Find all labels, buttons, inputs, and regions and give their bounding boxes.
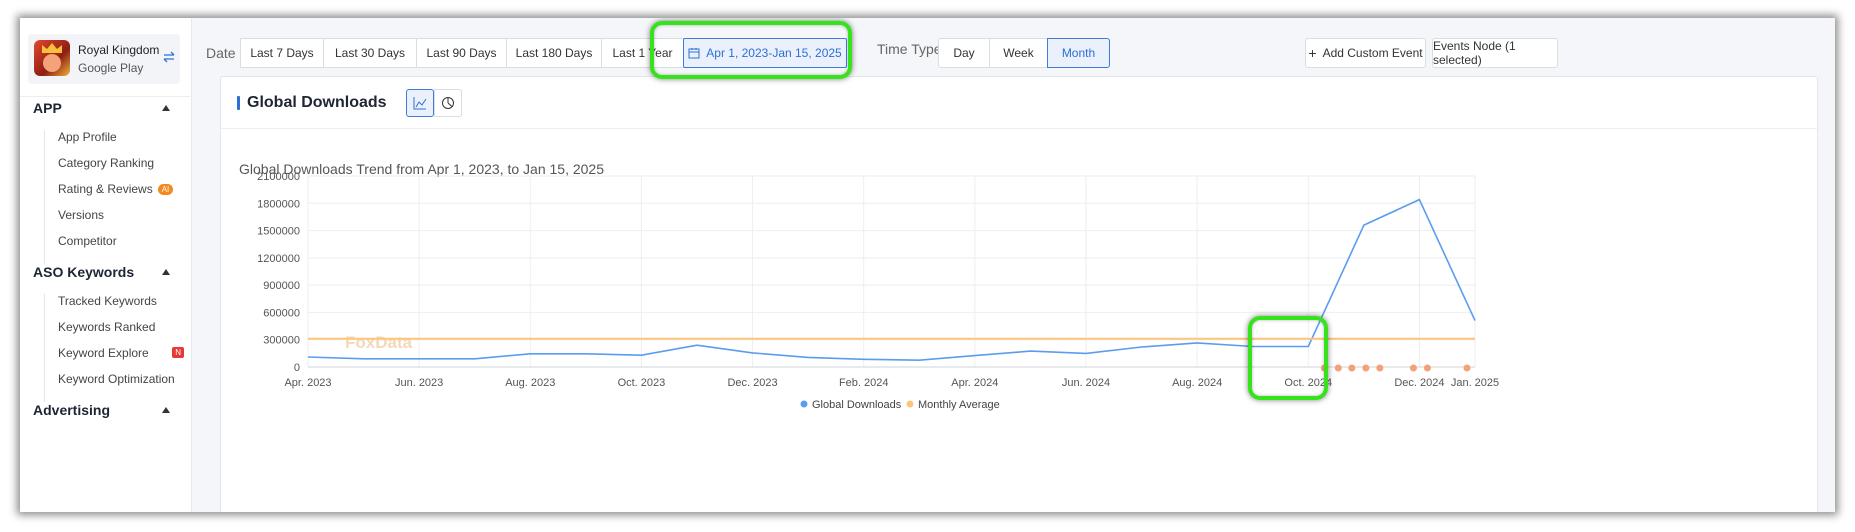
event-marker [1376, 364, 1384, 372]
collapse-caret-icon[interactable] [162, 407, 170, 413]
sidebar-item-versions[interactable]: Versions [58, 208, 104, 222]
range-last-7-days[interactable]: Last 7 Days [240, 38, 324, 68]
y-tick-label: 600000 [263, 307, 300, 319]
x-tick-label: Jan. 2025 [1451, 377, 1499, 389]
downloads-line-chart: 0 300000 600000 900000 1200000 1500000 1800000… [257, 171, 1499, 411]
new-badge: N [172, 347, 184, 358]
app-icon [34, 40, 70, 76]
nav-section-app[interactable]: APP [33, 100, 62, 116]
event-marker [1334, 364, 1342, 372]
date-label: Date [206, 45, 236, 61]
sidebar-item-rating-reviews[interactable]: Rating & Reviews AI [58, 182, 174, 196]
toolbar: Date Last 7 Days Last 30 Days Last 90 Da… [192, 18, 1835, 82]
highlight-oct-2024 [1248, 316, 1328, 400]
range-last-180-days[interactable]: Last 180 Days [506, 38, 602, 68]
y-tick-label: 0 [294, 362, 300, 374]
collapse-caret-icon[interactable] [162, 105, 170, 111]
range-last-30-days[interactable]: Last 30 Days [323, 38, 417, 68]
x-tick-label: Aug. 2023 [505, 377, 555, 389]
y-tick-label: 900000 [263, 280, 300, 292]
legend-label: Global Downloads [812, 399, 902, 411]
sidebar-item-keyword-optimization[interactable]: Keyword Optimization [58, 372, 175, 386]
x-tick-label: Apr. 2023 [284, 377, 331, 389]
plus-icon: + [1308, 45, 1317, 61]
app-name: Royal Kingdom [78, 43, 160, 57]
watermark: FoxData [345, 333, 413, 352]
sidebar: Royal Kingdom Google Play APP App Profil… [20, 18, 192, 512]
x-tick-label: Dec. 2023 [727, 377, 777, 389]
collapse-caret-icon[interactable] [162, 269, 170, 275]
range-last-90-days[interactable]: Last 90 Days [416, 38, 507, 68]
y-tick-label: 1500000 [257, 226, 300, 238]
add-custom-event-button[interactable]: + Add Custom Event [1305, 38, 1426, 68]
app-window: Royal Kingdom Google Play APP App Profil… [20, 18, 1835, 512]
event-marker [1423, 364, 1431, 372]
app-store: Google Play [78, 61, 144, 75]
sidebar-item-keywords-ranked[interactable]: Keywords Ranked [58, 320, 155, 334]
x-tick-label: Jun. 2024 [1062, 377, 1110, 389]
nav-section-aso-keywords[interactable]: ASO Keywords [33, 264, 134, 280]
x-tick-label: Feb. 2024 [839, 377, 889, 389]
y-tick-label: 300000 [263, 335, 300, 347]
nav-group-line [44, 294, 45, 402]
event-marker [1348, 364, 1356, 372]
sidebar-item-keyword-explore[interactable]: Keyword Explore N [58, 346, 184, 360]
time-type-week[interactable]: Week [989, 38, 1048, 68]
y-tick-label: 2100000 [257, 171, 300, 183]
ai-badge: AI [157, 184, 174, 195]
y-tick-label: 1800000 [257, 198, 300, 210]
global-downloads-card: Global Downloads Global Downloads Trend … [220, 76, 1819, 512]
sidebar-item-app-profile[interactable]: App Profile [58, 130, 117, 144]
sidebar-item-tracked-keywords[interactable]: Tracked Keywords [58, 294, 157, 308]
x-tick-label: Apr. 2024 [951, 377, 998, 389]
sidebar-item-category-ranking[interactable]: Category Ranking [58, 156, 154, 170]
legend-label: Monthly Average [918, 399, 1000, 411]
event-marker [1463, 364, 1471, 372]
legend-marker [906, 400, 914, 408]
highlight-date-range [650, 21, 852, 79]
time-type-label: Time Type [877, 41, 942, 57]
divider [20, 96, 192, 97]
time-type-day[interactable]: Day [938, 38, 990, 68]
nav-section-advertising[interactable]: Advertising [33, 402, 110, 418]
time-type-month[interactable]: Month [1047, 38, 1110, 68]
y-tick-label: 1200000 [257, 253, 300, 265]
x-tick-label: Oct. 2023 [618, 377, 666, 389]
events-node-button[interactable]: Events Node (1 selected) [1432, 38, 1558, 68]
swap-icon[interactable] [162, 50, 176, 64]
x-tick-label: Aug. 2024 [1172, 377, 1222, 389]
x-tick-label: Jun. 2023 [395, 377, 443, 389]
event-marker [1362, 364, 1370, 372]
app-switcher[interactable]: Royal Kingdom Google Play [28, 34, 180, 84]
x-tick-label: Dec. 2024 [1394, 377, 1444, 389]
nav-group-line [44, 130, 45, 264]
event-marker [1409, 364, 1417, 372]
sidebar-item-competitor[interactable]: Competitor [58, 234, 117, 248]
legend-marker [800, 400, 808, 408]
